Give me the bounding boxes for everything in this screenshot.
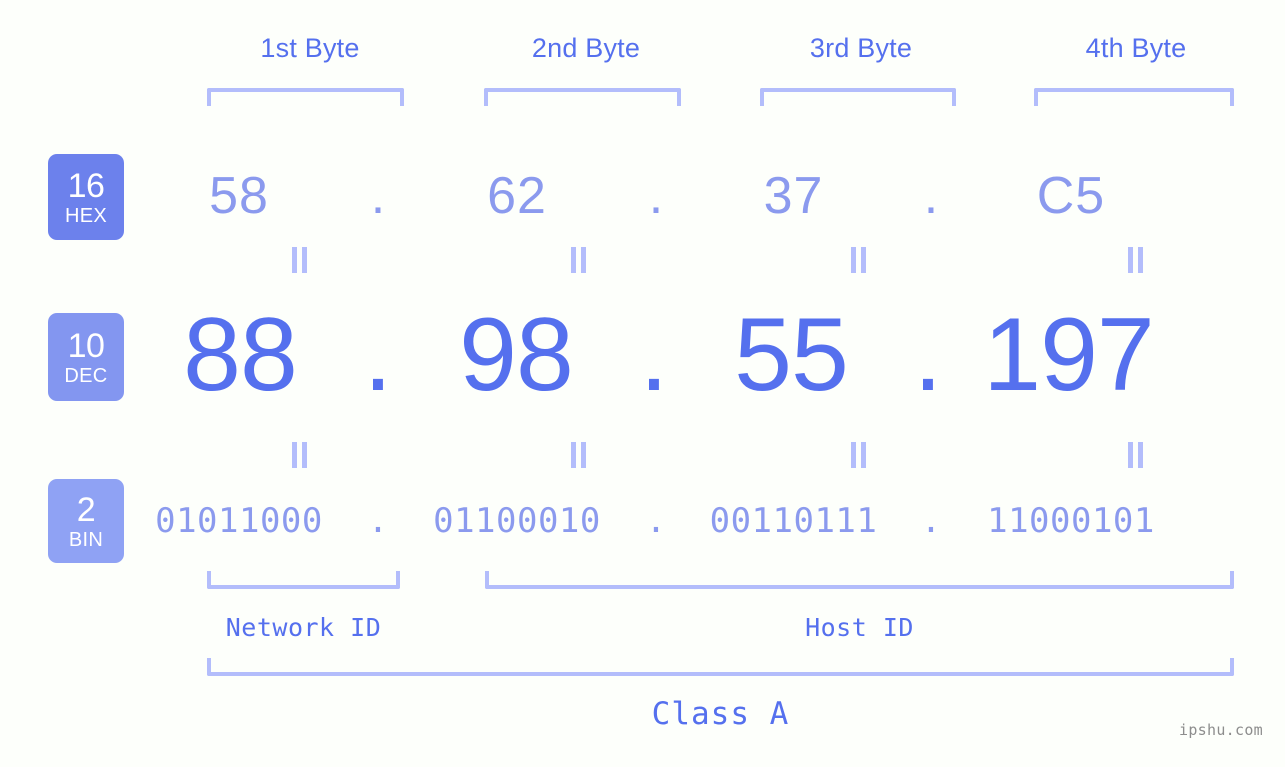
dec-byte-3: 55 xyxy=(734,296,849,413)
bin-byte-4: 11000101 xyxy=(987,501,1155,541)
dec-value-row: 88 . 98 . 55 . 197 xyxy=(140,295,1275,415)
byte-header-4: 4th Byte xyxy=(1085,33,1187,63)
base-badge-bin-name: BIN xyxy=(68,528,104,551)
dec-byte-2: 98 xyxy=(459,296,574,413)
site-watermark: ipshu.com xyxy=(1179,721,1263,739)
network-id-label: Network ID xyxy=(225,613,382,642)
bin-value-row: 01011000 . 01100010 . 00110111 . 1100010… xyxy=(140,488,1275,554)
base-badge-bin-number: 2 xyxy=(76,490,96,529)
bin-byte-1: 01011000 xyxy=(155,501,323,541)
equals-dec-bin-3 xyxy=(851,442,867,468)
hex-separator-3: . xyxy=(923,167,939,225)
dec-separator-3: . xyxy=(913,296,943,413)
byte-bracket-2 xyxy=(484,88,681,106)
equals-dec-bin-2 xyxy=(571,442,587,468)
equals-hex-dec-4 xyxy=(1128,247,1144,273)
equals-hex-dec-2 xyxy=(571,247,587,273)
bin-separator-3: . xyxy=(920,501,942,541)
base-badge-hex: 16 HEX xyxy=(48,154,124,240)
bin-separator-1: . xyxy=(367,501,389,541)
equals-dec-bin-1 xyxy=(292,442,308,468)
class-bracket xyxy=(207,658,1234,676)
hex-separator-1: . xyxy=(370,167,386,225)
byte-bracket-3 xyxy=(760,88,956,106)
hex-byte-1: 58 xyxy=(209,167,269,225)
hex-separator-2: . xyxy=(648,167,664,225)
bin-byte-3: 00110111 xyxy=(709,501,878,541)
dec-byte-1: 88 xyxy=(183,296,298,413)
dec-byte-4: 197 xyxy=(983,296,1155,413)
class-label: Class A xyxy=(651,696,790,732)
base-badge-hex-number: 16 xyxy=(67,166,105,205)
byte-bracket-1 xyxy=(207,88,404,106)
host-id-label: Host ID xyxy=(805,613,914,642)
base-badge-bin: 2 BIN xyxy=(48,479,124,563)
byte-header-1: 1st Byte xyxy=(260,33,360,63)
diagram-canvas: 1st Byte 2nd Byte 3rd Byte 4th Byte 16 H… xyxy=(0,0,1285,767)
dec-separator-1: . xyxy=(363,296,393,413)
hex-value-row: 58 . 62 . 37 . C5 xyxy=(140,150,1275,242)
equals-hex-dec-1 xyxy=(292,247,308,273)
byte-header-3: 3rd Byte xyxy=(809,33,913,63)
host-id-bracket xyxy=(485,571,1234,589)
base-badge-hex-name: HEX xyxy=(64,204,108,227)
dec-separator-2: . xyxy=(639,296,669,413)
equals-dec-bin-4 xyxy=(1128,442,1144,468)
bin-separator-2: . xyxy=(645,501,667,541)
base-badge-dec: 10 DEC xyxy=(48,313,124,401)
equals-hex-dec-3 xyxy=(851,247,867,273)
network-id-bracket xyxy=(207,571,400,589)
hex-byte-2: 62 xyxy=(487,167,547,225)
bin-byte-2: 01100010 xyxy=(433,501,601,541)
hex-byte-4: C5 xyxy=(1036,167,1106,225)
byte-header-2: 2nd Byte xyxy=(531,33,641,63)
hex-byte-3: 37 xyxy=(763,167,824,225)
base-badge-dec-name: DEC xyxy=(64,364,108,387)
byte-bracket-4 xyxy=(1034,88,1234,106)
base-badge-dec-number: 10 xyxy=(67,326,105,365)
